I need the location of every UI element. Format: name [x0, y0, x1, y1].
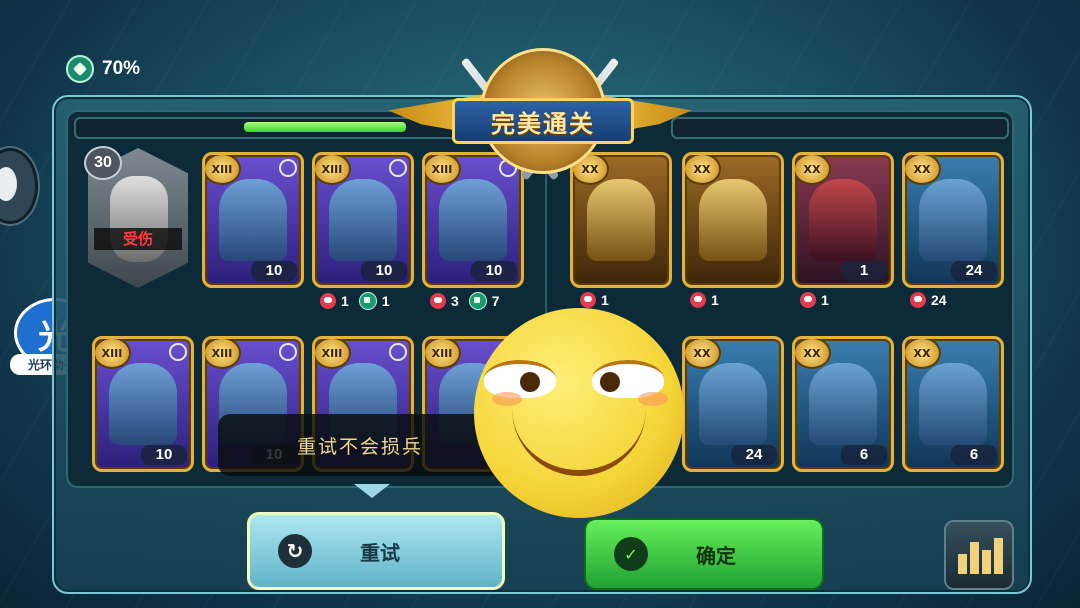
bar-chart-icon — [958, 554, 967, 574]
victory-banner: 完美通关 — [388, 36, 692, 186]
enemy-losses: 1 — [800, 292, 829, 308]
kills-value: 3 — [451, 293, 459, 309]
hero-status-label: 受伤 — [94, 228, 182, 250]
unit-portrait — [699, 179, 767, 261]
unit-portrait — [329, 179, 397, 261]
gear-icon — [279, 343, 297, 361]
heal-icon — [468, 292, 487, 310]
unit-count: 10 — [471, 261, 517, 281]
right-progress-bar — [671, 117, 1009, 139]
gear-icon — [169, 343, 187, 361]
army-status: 70% — [66, 55, 140, 83]
rank-badge: XIII — [205, 155, 241, 185]
enemy-losses: 24 — [910, 292, 947, 308]
unit-card[interactable]: XIII 10 — [92, 336, 194, 472]
enemy-card[interactable]: XX 24 — [682, 336, 784, 472]
bar-chart-icon-bar — [970, 542, 979, 574]
unit-portrait — [919, 179, 987, 261]
army-percent: 70% — [102, 58, 141, 79]
bar-chart-icon-bar — [994, 538, 1003, 574]
enemy-card[interactable]: XX 6 — [792, 336, 894, 472]
rank-badge: XIII — [95, 339, 131, 369]
unit-portrait — [439, 179, 507, 261]
skull-icon — [910, 292, 926, 308]
kills-value: 1 — [601, 292, 609, 308]
kills-value: 24 — [931, 292, 947, 308]
skull-icon — [800, 292, 816, 308]
unit-portrait — [699, 363, 767, 445]
unit-portrait — [919, 363, 987, 445]
unit-count: 10 — [251, 261, 297, 281]
rank-badge: XIII — [315, 339, 351, 369]
hero-level-badge: 30 — [84, 146, 122, 180]
smirk-emoji-sticker — [474, 308, 684, 518]
unit-losses: 1 1 — [320, 292, 390, 310]
enemy-losses: 1 — [690, 292, 719, 308]
stats-button[interactable] — [944, 520, 1014, 590]
rank-badge: XIII — [425, 339, 461, 369]
unit-count: 6 — [951, 445, 997, 465]
enemy-card[interactable]: XX 24 — [902, 152, 1004, 288]
retry-button[interactable]: ↻ 重试 — [247, 512, 505, 590]
enemy-card[interactable]: XX — [682, 152, 784, 288]
rank-badge: XX — [795, 339, 831, 369]
unit-losses: 3 7 — [430, 292, 500, 310]
bar-chart-icon-bar — [982, 550, 991, 574]
confirm-label: 确定 — [696, 543, 736, 568]
banner-plate: 完美通关 — [452, 98, 634, 144]
unit-card[interactable]: XIII 10 — [202, 152, 304, 288]
retry-tooltip: 重试不会损兵 — [218, 414, 502, 476]
unit-count: 24 — [951, 261, 997, 281]
side-eye-icon[interactable] — [0, 148, 38, 224]
heals-value: 1 — [381, 293, 390, 309]
rank-badge: XX — [905, 339, 941, 369]
confirm-button[interactable]: ✓ 确定 — [584, 518, 824, 590]
enemy-losses: 1 — [580, 292, 609, 308]
unit-count: 10 — [141, 445, 187, 465]
skull-icon — [320, 293, 336, 309]
hero-card[interactable]: 30 受伤 — [84, 146, 188, 288]
unit-count: 24 — [731, 445, 777, 465]
unit-count: 1 — [841, 261, 887, 281]
retry-label: 重试 — [360, 540, 400, 565]
kills-value: 1 — [711, 292, 719, 308]
unit-count: 10 — [361, 261, 407, 281]
gear-icon — [389, 343, 407, 361]
skull-icon — [580, 292, 596, 308]
unit-portrait — [109, 363, 177, 445]
enemy-card[interactable]: XX 1 — [792, 152, 894, 288]
left-progress-fill — [244, 122, 406, 132]
kills-value: 1 — [341, 293, 349, 309]
rank-badge: XIII — [205, 339, 241, 369]
enemy-card[interactable]: XX 6 — [902, 336, 1004, 472]
unit-portrait — [809, 179, 877, 261]
gear-icon — [279, 159, 297, 177]
heals-value: 7 — [491, 293, 500, 309]
rank-badge: XX — [905, 155, 941, 185]
check-icon: ✓ — [614, 537, 648, 571]
rank-badge: XX — [685, 339, 721, 369]
banner-title: 完美通关 — [491, 109, 595, 138]
unit-portrait — [587, 179, 655, 261]
kills-value: 1 — [821, 292, 829, 308]
unit-count: 6 — [841, 445, 887, 465]
skull-icon — [690, 292, 706, 308]
heal-icon — [358, 292, 377, 310]
emoji-eye — [484, 360, 556, 398]
rank-badge: XX — [795, 155, 831, 185]
tooltip-arrow — [354, 484, 390, 498]
skull-icon — [430, 293, 446, 309]
emoji-mouth — [512, 400, 646, 476]
shield-icon — [66, 55, 94, 83]
retry-icon: ↻ — [278, 534, 312, 568]
unit-portrait — [809, 363, 877, 445]
unit-portrait — [219, 179, 287, 261]
rank-badge: XIII — [315, 155, 351, 185]
